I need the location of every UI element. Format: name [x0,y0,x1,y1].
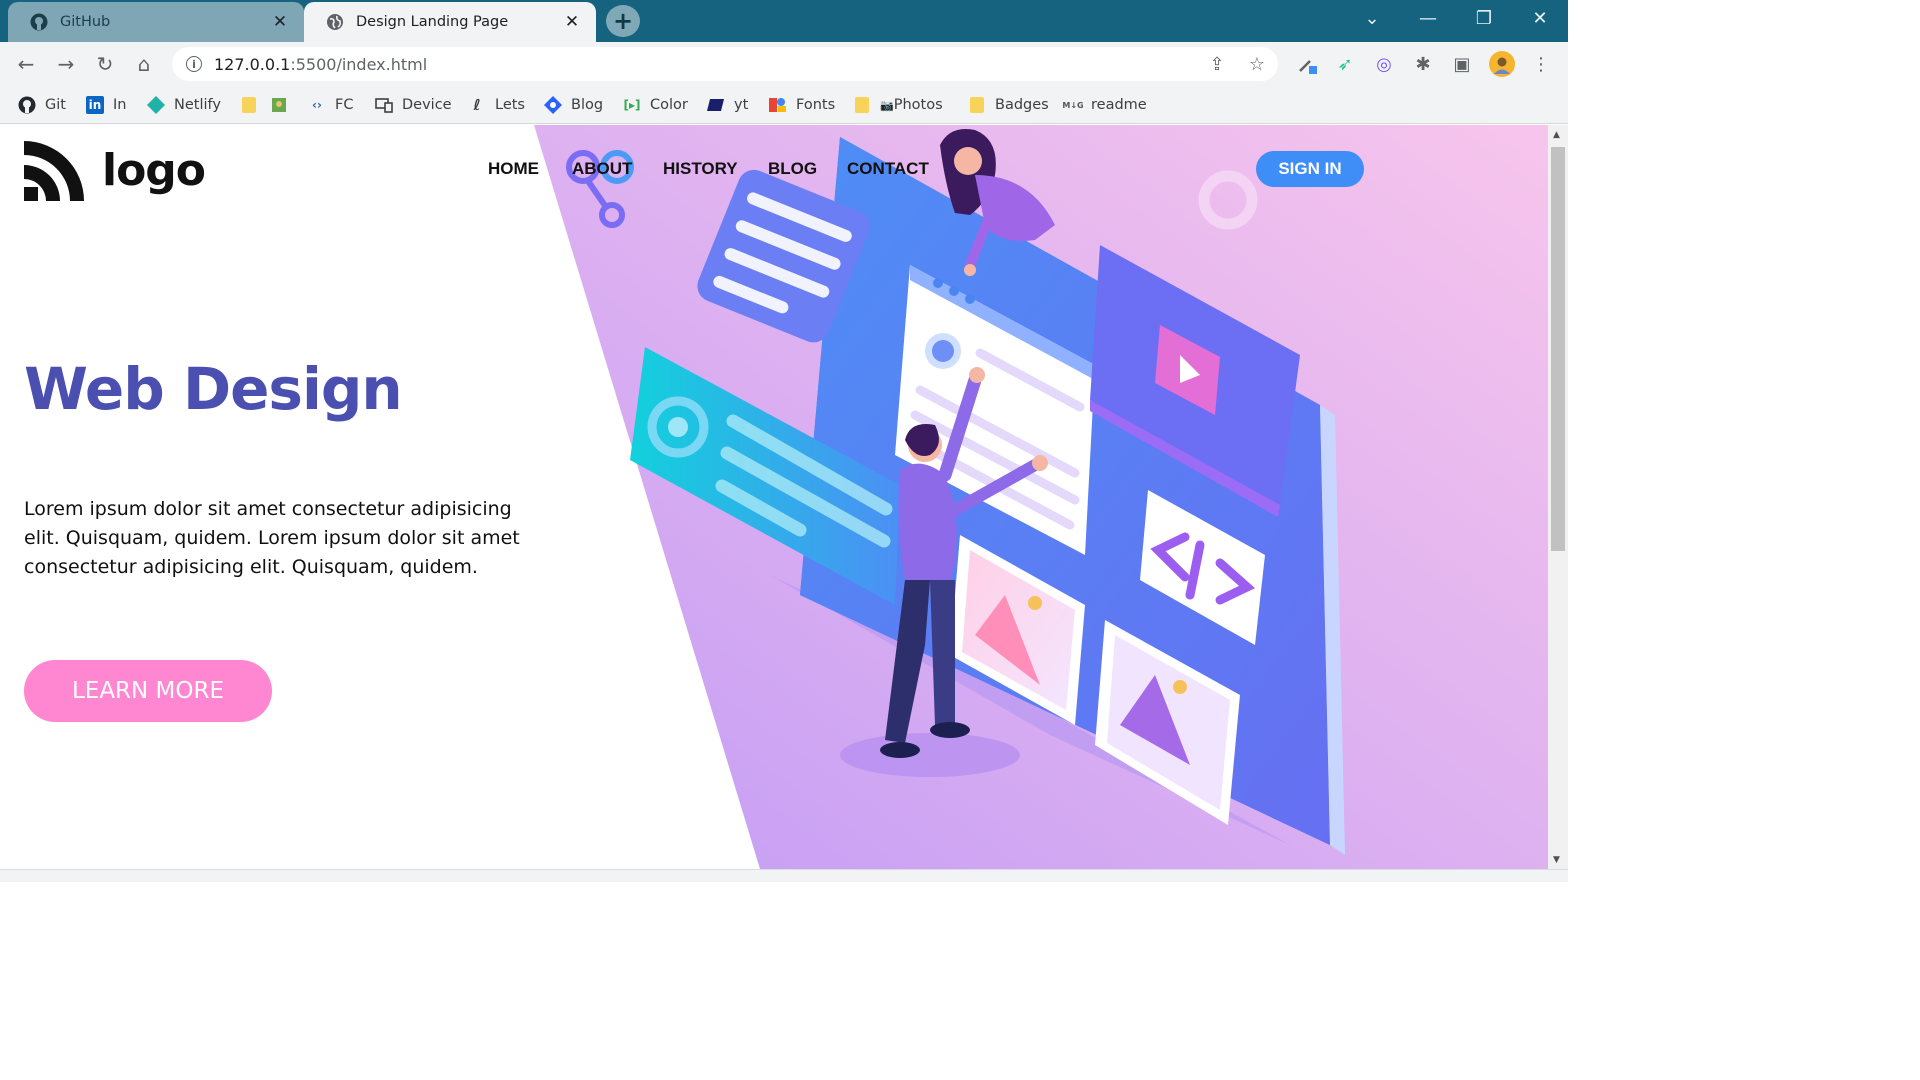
fonts-icon [769,96,787,114]
logo[interactable]: logo [24,139,206,201]
tab-search-icon[interactable]: ⌄ [1344,0,1400,36]
blog-icon [544,96,562,114]
folder-icon [853,96,871,114]
bookmark-label: Photos [893,97,943,113]
avatar[interactable] [1489,51,1515,77]
address-bar[interactable]: i 127.0.0.1:5500/index.html [172,47,1278,81]
bookmark-color[interactable]: [▸] Color [623,94,688,116]
hummingbird-extension-icon[interactable]: ➶ [1332,51,1358,77]
bookmarks-bar: Git in In Netlify ‹› FC Device ℓ Lets Bl… [0,86,1568,124]
close-tab-icon[interactable]: ✕ [270,12,290,32]
reload-icon[interactable]: ↻ [91,50,119,78]
hero-paragraph: Lorem ipsum dolor sit amet consectetur a… [24,498,520,578]
close-window-button[interactable]: ✕ [1512,0,1568,36]
minimize-button[interactable]: — [1400,0,1456,36]
bookmark-label: Device [402,97,452,113]
close-tab-icon[interactable]: ✕ [562,12,582,32]
side-panel-icon[interactable]: ▣ [1449,51,1475,77]
device-icon [375,96,393,114]
bookmark-linkedin[interactable]: in In [86,94,126,116]
folder-icon [968,96,986,114]
extension-icon[interactable]: ◎ [1371,51,1397,77]
nav-history[interactable]: HISTORY [663,159,738,179]
bookmark-label: Netlify [174,97,221,113]
bookmark-star-icon[interactable]: ☆ [1244,51,1270,77]
globe-icon [326,13,344,31]
bookmark-label: yt [734,97,749,113]
bookmark-blog[interactable]: Blog [544,94,603,116]
camera-icon: 📷 [880,98,894,112]
color-icon: [▸] [623,98,641,112]
tab-design-landing-page[interactable]: Design Landing Page ✕ [304,2,596,42]
forward-icon[interactable]: → [52,50,80,78]
color-picker-extension-icon[interactable] [1294,51,1320,77]
tab-strip: GitHub ✕ Design Landing Page ✕ + ⌄ — ❐ ✕ [0,0,1568,42]
bookmark-lets[interactable]: ℓ Lets [468,94,525,116]
bookmark-label: Fonts [796,97,836,113]
tab-title: GitHub [60,14,111,30]
new-tab-button[interactable]: + [606,5,640,37]
folder-icon [240,96,258,114]
bookmark-fc[interactable]: ‹› FC [308,94,353,116]
bookmark-label: Git [45,97,66,113]
url-host: 127.0.0.1 [214,54,291,74]
back-icon[interactable]: ← [12,50,40,78]
nav-contact[interactable]: CONTACT [847,159,929,179]
bookmark-label: In [113,97,127,113]
tab-title: Design Landing Page [356,14,509,30]
url-path: :5500/index.html [290,54,428,74]
bookmark-label: Badges [995,97,1049,113]
bookmark-yt[interactable]: yt [707,94,748,116]
bookmark-folder[interactable] [240,94,267,116]
github-icon [18,96,36,114]
bookmark-image[interactable] [270,94,297,116]
logo-mark-icon [24,141,84,201]
restore-button[interactable]: ❐ [1456,0,1512,36]
vertical-scrollbar[interactable]: ▲ ▼ [1548,125,1568,869]
readme-icon: M↓G [1062,100,1084,110]
nav-about[interactable]: ABOUT [572,159,632,179]
nav-home[interactable]: HOME [488,159,539,179]
extensions-puzzle-icon[interactable]: ✱ [1410,51,1436,77]
code-icon: ‹› [312,98,322,112]
share-icon[interactable]: ⇪ [1204,51,1230,77]
scroll-up-arrow-icon[interactable]: ▲ [1553,130,1560,140]
logo-text: logo [102,144,206,196]
page-viewport: logo HOME ABOUT HISTORY BLOG CONTACT SIG… [0,125,1548,869]
bookmark-readme[interactable]: M↓G readme [1062,94,1147,116]
window-bottom-edge [0,869,1568,882]
bookmark-label: readme [1091,97,1147,113]
scrollbar-thumb[interactable] [1551,147,1565,551]
menu-kebab-icon[interactable]: ⋮ [1528,51,1554,77]
nav-blog[interactable]: BLOG [768,159,817,179]
bookmark-badges[interactable]: Badges [968,94,1049,116]
bookmark-device[interactable]: Device [375,94,452,116]
tab-github[interactable]: GitHub ✕ [8,2,304,42]
github-icon [30,13,48,31]
scroll-down-arrow-icon[interactable]: ▼ [1553,855,1560,865]
bookmark-label: FC [335,97,354,113]
bookmark-label: Lets [495,97,525,113]
bookmark-git[interactable]: Git [18,94,66,116]
bookmark-fonts[interactable]: Fonts [769,94,835,116]
yt-icon [707,96,725,114]
lets-icon: ℓ [473,96,481,114]
sign-in-button[interactable]: SIGN IN [1256,151,1364,187]
bookmark-label: Color [650,97,688,113]
linkedin-icon: in [86,96,104,114]
browser-toolbar: ← → ↻ ⌂ i 127.0.0.1:5500/index.html ⇪ ☆ … [0,42,1568,86]
image-icon [270,96,288,114]
learn-more-button[interactable]: LEARN MORE [24,660,272,722]
site-info-icon[interactable]: i [186,56,202,72]
netlify-icon [147,96,165,114]
bookmark-label: Blog [571,97,604,113]
hero-heading: Web Design [24,355,403,423]
bookmark-photos[interactable]: 📷 Photos [853,94,943,116]
bookmark-netlify[interactable]: Netlify [147,94,221,116]
home-icon[interactable]: ⌂ [130,50,158,78]
